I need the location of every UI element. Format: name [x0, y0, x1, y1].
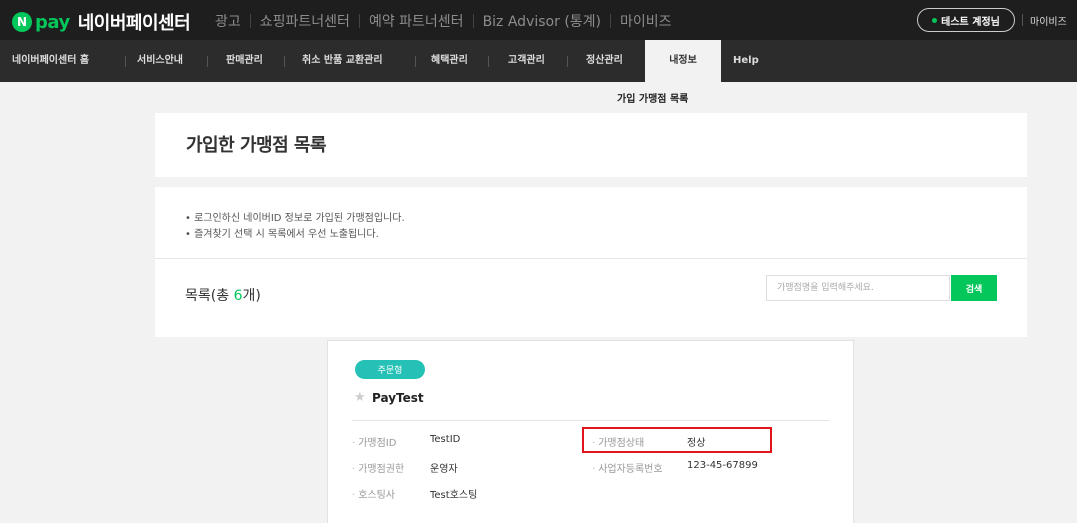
divider: [415, 56, 416, 67]
store-card[interactable]: 주문형 ★ PayTest 가맹점ID TestID 가맹점상태 정상 가맹점권…: [327, 340, 854, 523]
divider: [1022, 14, 1023, 26]
menu-item-help[interactable]: Help: [733, 40, 759, 82]
naver-n-icon: N: [12, 12, 32, 32]
list-panel: • 로그인하신 네이버ID 정보로 가입된 가맹점입니다. • 즐겨찾기 선택 …: [155, 187, 1027, 337]
star-favorite-icon[interactable]: ★: [354, 390, 366, 405]
divider: [249, 14, 251, 28]
menu-item-cancel-return[interactable]: 취소 반품 교환관리: [302, 40, 383, 82]
field-value-hosting: Test호스팅: [430, 490, 478, 501]
top-nav-mybiz[interactable]: 마이비즈: [620, 11, 672, 31]
divider: [567, 56, 568, 67]
account-button-label: 테스트 계정님: [941, 16, 1000, 28]
field-label-business-number: 사업자등록번호: [592, 460, 662, 475]
divider: [352, 420, 830, 421]
list-title-suffix: 개): [242, 288, 261, 304]
search-input[interactable]: 가맹점명을 입력해주세요.: [766, 275, 950, 301]
field-value-store-role: 운영자: [430, 464, 458, 475]
notice-text: • 로그인하신 네이버ID 정보로 가입된 가맹점입니다.: [185, 213, 405, 224]
status-highlight-box: [582, 427, 772, 453]
divider: [472, 14, 474, 28]
field-value-business-number: 123-45-67899: [687, 460, 758, 471]
title-panel: 가입한 가맹점 목록: [155, 113, 1027, 177]
divider: [125, 56, 126, 67]
field-label-store-id: 가맹점ID: [352, 434, 396, 449]
main-menu: 네이버페이센터 홈 서비스안내 판매관리 취소 반품 교환관리 혜택관리 고객관…: [0, 40, 1077, 82]
divider: [284, 56, 285, 67]
submenu-store-list[interactable]: 가입 가맹점 목록: [617, 90, 688, 105]
top-nav-shopping-partner[interactable]: 쇼핑파트너센터: [260, 11, 350, 31]
field-value-store-id: TestID: [430, 434, 461, 445]
divider: [155, 258, 1027, 259]
top-nav-booking-partner[interactable]: 예약 파트너센터: [369, 11, 464, 31]
top-nav: 광고 쇼핑파트너센터 예약 파트너센터 Biz Advisor (통계) 마이비…: [215, 11, 672, 31]
store-type-badge: 주문형: [355, 360, 425, 379]
menu-item-my-info[interactable]: 내정보: [645, 40, 721, 82]
menu-item-service-info[interactable]: 서비스안내: [137, 40, 183, 82]
menu-item-customers[interactable]: 고객관리: [508, 40, 545, 82]
account-button[interactable]: 테스트 계정님: [917, 8, 1015, 32]
naver-pay-logo[interactable]: N pay 네이버페이센터: [12, 9, 191, 35]
store-name[interactable]: PayTest: [372, 391, 424, 405]
list-title-prefix: 목록(총: [185, 288, 234, 304]
status-dot-icon: [932, 17, 938, 23]
top-nav-biz-advisor[interactable]: Biz Advisor (통계): [483, 11, 601, 31]
menu-item-sales[interactable]: 판매관리: [226, 40, 263, 82]
logo-pay-text: pay: [35, 11, 70, 33]
menu-item-benefits[interactable]: 혜택관리: [431, 40, 468, 82]
top-nav-ads[interactable]: 광고: [215, 11, 241, 31]
divider: [358, 14, 360, 28]
notice-text: • 즐겨찾기 선택 시 목록에서 우선 노출됩니다.: [185, 229, 379, 240]
top-bar: N pay 네이버페이센터 광고 쇼핑파트너센터 예약 파트너센터 Biz Ad…: [0, 0, 1077, 40]
page-title: 가입한 가맹점 목록: [186, 135, 327, 156]
menu-item-home[interactable]: 네이버페이센터 홈: [12, 40, 89, 82]
divider: [207, 56, 208, 67]
center-title: 네이버페이센터: [77, 13, 191, 34]
field-label-hosting: 호스팅사: [352, 486, 395, 501]
list-title: 목록(총 6개): [185, 285, 261, 305]
menu-item-settlement[interactable]: 정산관리: [586, 40, 623, 82]
divider: [488, 56, 489, 67]
mybiz-link[interactable]: 마이비즈: [1030, 13, 1067, 28]
search-button[interactable]: 검색: [951, 275, 997, 301]
divider: [610, 14, 611, 28]
field-label-store-role: 가맹점권한: [352, 460, 404, 475]
